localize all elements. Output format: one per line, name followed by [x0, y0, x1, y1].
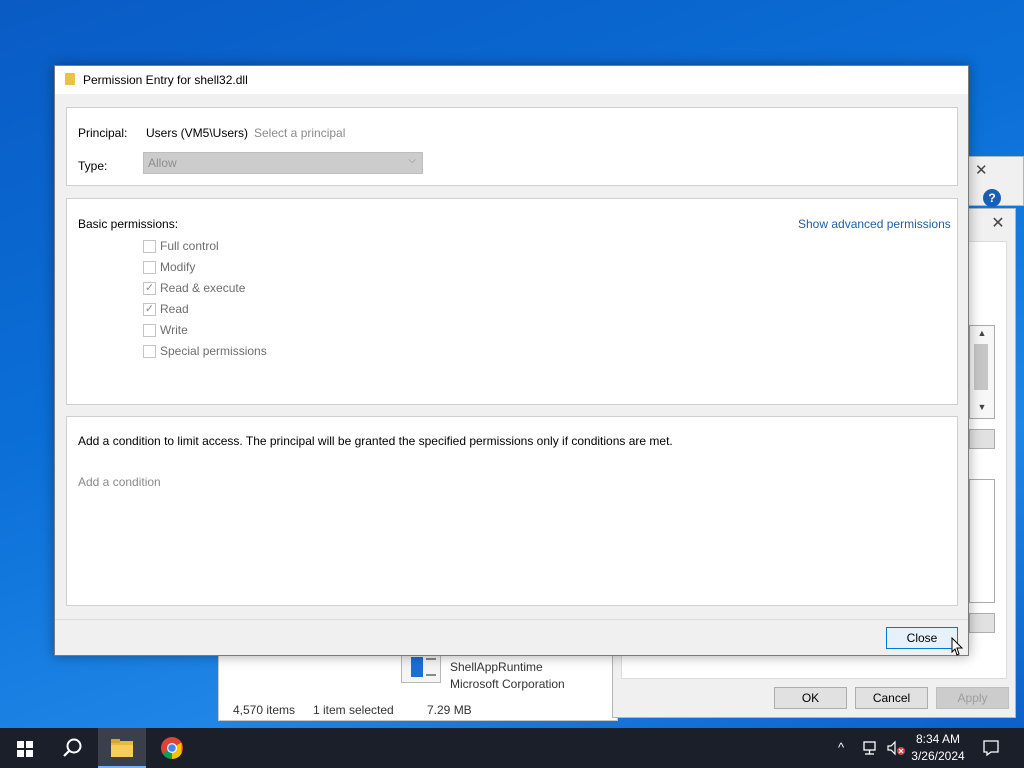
show-advanced-permissions-link[interactable]: Show advanced permissions [798, 217, 951, 231]
search-icon [63, 738, 82, 757]
checkbox[interactable] [143, 324, 156, 337]
clock-time[interactable]: 8:34 AM [906, 732, 970, 746]
conditions-panel: Add a condition to limit access. The pri… [66, 416, 958, 606]
search-button[interactable] [48, 728, 96, 768]
principal-label: Principal: [78, 126, 128, 140]
cancel-button[interactable]: Cancel [855, 687, 928, 709]
close-icon[interactable]: ✕ [975, 161, 988, 179]
checkbox[interactable] [143, 345, 156, 358]
permission-label: Write [160, 323, 188, 337]
selected-size: 7.29 MB [427, 703, 472, 717]
scroll-up-icon[interactable]: ▲ [970, 328, 994, 342]
items-count: 4,570 items [233, 703, 296, 717]
background-dialog: ✕ ? [968, 156, 1024, 207]
add-condition-link[interactable]: Add a condition [78, 475, 161, 489]
advanced-button[interactable] [969, 613, 995, 633]
selected-info: 1 item selected [313, 703, 394, 717]
permission-label: Read [160, 302, 189, 316]
file-explorer-taskbar-button[interactable] [98, 728, 146, 768]
mouse-cursor-icon [951, 637, 964, 656]
permissions-box [969, 479, 995, 603]
principal-value: Users (VM5\Users) [146, 126, 249, 140]
ok-button[interactable]: OK [774, 687, 847, 709]
start-button[interactable] [0, 728, 48, 768]
close-button[interactable]: Close [886, 627, 958, 649]
checkbox-checked[interactable]: ✓ [143, 303, 156, 316]
taskbar: ^ 8:34 AM 3/26/2024 [0, 728, 1024, 768]
footer-divider [55, 619, 968, 620]
chevron-up-icon[interactable]: ^ [838, 740, 844, 755]
chevron-down-icon: ⌵ [408, 155, 416, 166]
file-company: Microsoft Corporation [450, 677, 565, 691]
scrollbar-thumb[interactable] [974, 344, 988, 390]
dialog-title: Permission Entry for shell32.dll [83, 73, 248, 87]
file-name[interactable]: ShellAppRuntime [450, 660, 543, 674]
type-value: Allow [148, 156, 177, 170]
title-bar[interactable]: Permission Entry for shell32.dll [55, 66, 968, 94]
windows-logo-icon [17, 741, 33, 757]
condition-description: Add a condition to limit access. The pri… [78, 434, 673, 448]
checkbox[interactable] [143, 240, 156, 253]
permissions-listbox[interactable]: ▲ ▼ [969, 325, 995, 419]
basic-permissions-label: Basic permissions: [78, 217, 179, 231]
checkbox-checked[interactable]: ✓ [143, 282, 156, 295]
notifications-icon[interactable] [982, 739, 1000, 757]
type-label: Type: [78, 159, 108, 173]
permission-label: Read & execute [160, 281, 246, 295]
permission-label: Modify [160, 260, 196, 274]
help-icon[interactable]: ? [983, 189, 1001, 207]
close-icon[interactable]: ✕ [989, 213, 1007, 232]
clock-date[interactable]: 3/26/2024 [906, 749, 970, 763]
volume-muted-icon[interactable] [886, 740, 906, 756]
permission-label: Full control [160, 239, 219, 253]
dll-file-icon[interactable] [401, 653, 441, 683]
permission-entry-dialog: Permission Entry for shell32.dll Princip… [54, 65, 969, 656]
chrome-icon [161, 737, 183, 759]
type-select[interactable]: Allow ⌵ [143, 152, 423, 174]
principal-panel: Principal: Users (VM5\Users) Select a pr… [66, 107, 958, 186]
file-explorer-icon [111, 739, 133, 757]
permissions-panel: Basic permissions: Show advanced permiss… [66, 198, 958, 405]
folder-icon [65, 73, 75, 85]
permission-label: Special permissions [160, 344, 267, 358]
apply-button[interactable]: Apply [936, 687, 1009, 709]
select-principal-link[interactable]: Select a principal [254, 126, 345, 140]
checkbox[interactable] [143, 261, 156, 274]
network-icon[interactable] [862, 740, 880, 756]
scroll-down-icon[interactable]: ▼ [970, 402, 994, 416]
chrome-taskbar-button[interactable] [148, 728, 196, 768]
edit-button[interactable] [969, 429, 995, 449]
